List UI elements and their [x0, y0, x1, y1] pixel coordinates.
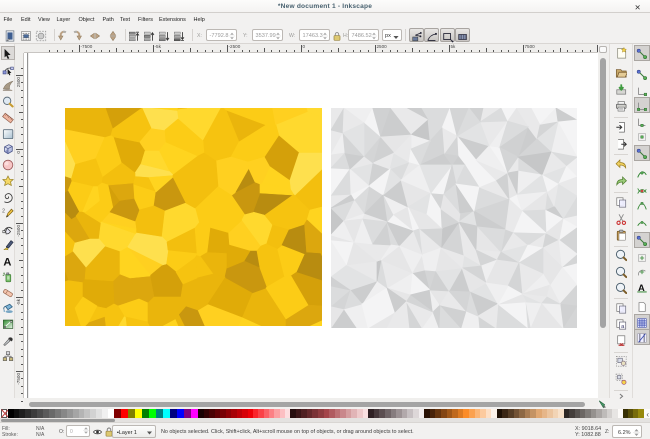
svg-text:A: A — [3, 256, 11, 266]
svg-text:2: 2 — [2, 209, 5, 215]
